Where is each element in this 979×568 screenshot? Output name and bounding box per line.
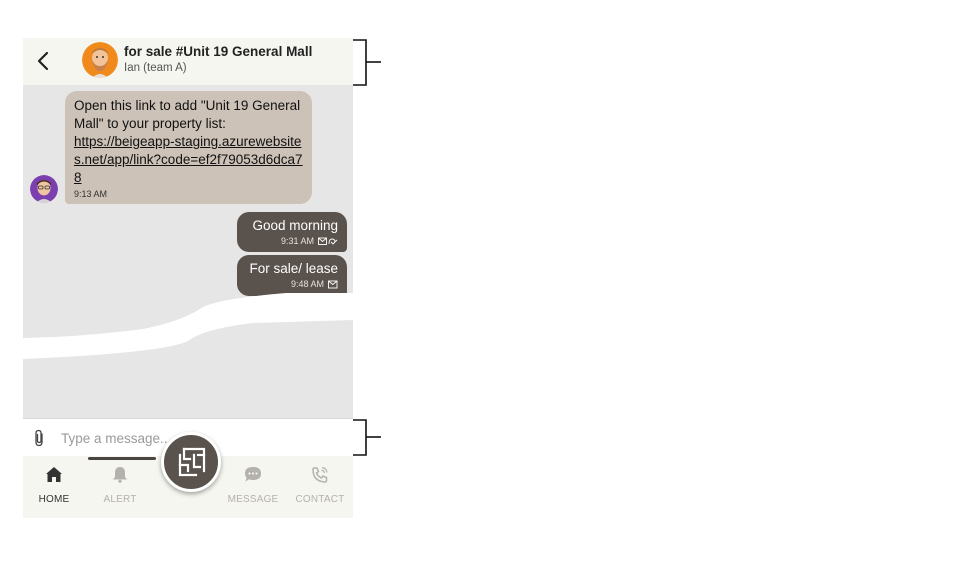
- back-button[interactable]: [35, 50, 51, 72]
- read-icon: [318, 237, 338, 245]
- message-time: 9:31 AM: [280, 236, 314, 246]
- active-indicator: [88, 457, 156, 460]
- chat-icon: [245, 467, 261, 482]
- chat-title: for sale #Unit 19 General Mall: [124, 44, 313, 59]
- chevron-left-icon: [37, 51, 49, 71]
- outgoing-message-bubble: For sale/ lease 9:48 AM: [237, 255, 347, 296]
- message-text: Good morning: [252, 218, 338, 233]
- floorplan-icon: [178, 447, 206, 477]
- nav-home-label: HOME: [38, 494, 70, 505]
- screen-cut-divider: [23, 293, 353, 359]
- outgoing-message-bubble: Good morning 9:31 AM: [237, 212, 347, 252]
- message-time: 9:13 AM: [74, 189, 108, 199]
- composer-bracket: [353, 419, 381, 456]
- sent-icon: [328, 280, 338, 288]
- home-icon: [46, 467, 62, 482]
- nav-home[interactable]: HOME: [23, 466, 85, 505]
- chat-subtitle: Ian (team A): [124, 62, 187, 74]
- nav-message[interactable]: MESSAGE: [222, 466, 284, 505]
- chat-header: for sale #Unit 19 General Mall Ian (team…: [23, 38, 353, 85]
- nav-alert[interactable]: ALERT: [89, 466, 151, 505]
- nav-contact[interactable]: CONTACT: [289, 466, 351, 505]
- attach-button[interactable]: [33, 429, 45, 452]
- phone-icon: [312, 466, 328, 483]
- chat-screen: for sale #Unit 19 General Mall Ian (team…: [23, 38, 353, 518]
- incoming-message-bubble: Open this link to add "Unit 19 General M…: [65, 91, 312, 204]
- floorplan-button[interactable]: [161, 432, 221, 492]
- nav-contact-label: CONTACT: [295, 494, 345, 505]
- message-text: Open this link to add "Unit 19 General M…: [74, 98, 301, 131]
- sender-avatar: [30, 175, 58, 203]
- paperclip-icon: [35, 429, 43, 447]
- message-time: 9:48 AM: [290, 279, 324, 289]
- message-link[interactable]: https://beigeapp-staging.azurewebsites.n…: [74, 134, 303, 185]
- man-beard-avatar-icon: [82, 42, 118, 78]
- nav-alert-label: ALERT: [103, 494, 137, 505]
- nav-message-label: MESSAGE: [227, 494, 279, 505]
- man-glasses-avatar-icon: [30, 175, 58, 203]
- contact-avatar[interactable]: [82, 42, 118, 78]
- message-text: For sale/ lease: [249, 261, 338, 276]
- bell-icon: [113, 467, 127, 483]
- header-bracket: [353, 39, 381, 86]
